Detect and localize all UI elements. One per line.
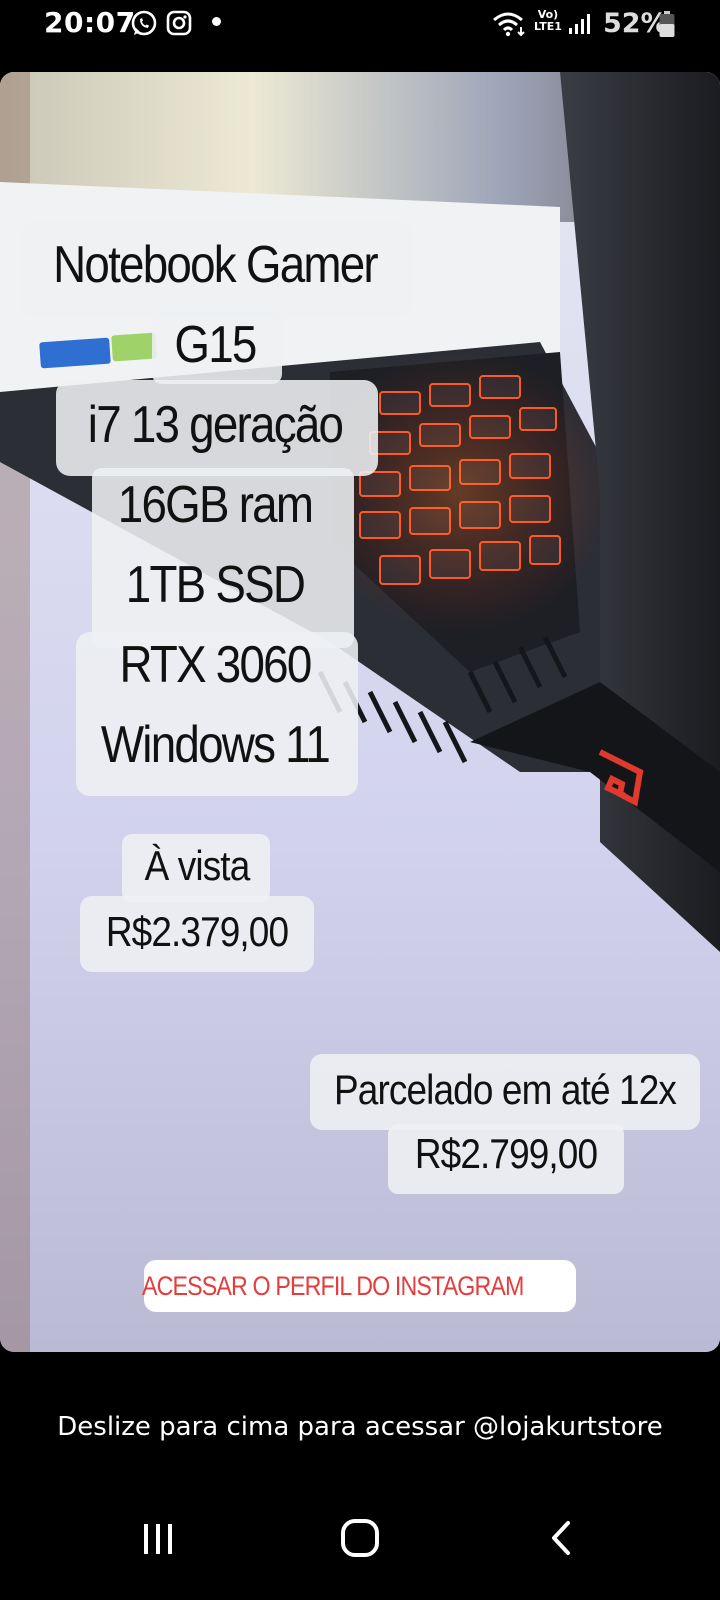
spec-cpu: i7 13 geração bbox=[87, 396, 344, 454]
signal-icon bbox=[569, 14, 590, 34]
installment-label: Parcelado em até 12x bbox=[334, 1066, 677, 1113]
spec-text-block: Notebook Gamer G15 i7 13 geração 16GB ra… bbox=[0, 72, 430, 812]
instagram-icon bbox=[166, 10, 192, 36]
recent-apps-icon[interactable] bbox=[140, 1520, 176, 1556]
back-icon[interactable] bbox=[548, 1520, 576, 1556]
battery-percent: 52% bbox=[603, 8, 668, 39]
whatsapp-icon bbox=[131, 10, 157, 36]
battery-icon bbox=[659, 11, 675, 37]
spec-title: Notebook Gamer bbox=[53, 236, 379, 294]
cash-price: R$2.379,00 bbox=[105, 908, 289, 955]
instagram-profile-link[interactable]: ACESSAR O PERFIL DO INSTAGRAM bbox=[142, 1260, 576, 1312]
spec-storage: 1TB SSD bbox=[125, 556, 306, 614]
status-time: 20:07 bbox=[44, 6, 136, 39]
story-card[interactable]: Notebook Gamer G15 i7 13 geração 16GB ra… bbox=[0, 72, 720, 1352]
home-icon[interactable] bbox=[340, 1518, 380, 1558]
link-label: ACESSAR O PERFIL DO INSTAGRAM bbox=[142, 1270, 524, 1301]
navigation-bar bbox=[0, 1500, 720, 1600]
spec-os: Windows 11 bbox=[100, 716, 331, 774]
spec-ram: 16GB ram bbox=[117, 476, 314, 534]
spec-gpu: RTX 3060 bbox=[119, 636, 312, 694]
installment-price: R$2.799,00 bbox=[414, 1130, 598, 1177]
swipe-up-hint[interactable]: Deslize para cima para acessar @lojakurt… bbox=[0, 1412, 720, 1442]
status-bar: 20:07 Vo) LTE1 52% bbox=[0, 0, 720, 50]
spec-model: G15 bbox=[174, 316, 257, 374]
wifi-icon bbox=[493, 12, 525, 37]
cash-label: À vista bbox=[144, 842, 251, 889]
notification-dot-icon bbox=[212, 17, 221, 26]
volte-indicator: Vo) LTE1 bbox=[534, 8, 562, 33]
